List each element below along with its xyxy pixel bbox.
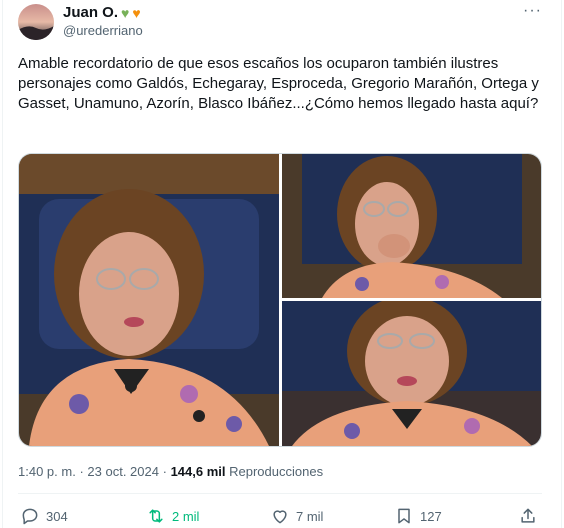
share-button[interactable] (518, 506, 538, 526)
view-label: Reproducciones (229, 464, 324, 479)
reply-icon (22, 508, 38, 525)
share-icon (521, 508, 535, 523)
heart-icon (273, 510, 287, 524)
reply-button[interactable]: 304 (20, 506, 68, 526)
like-count: 7 mil (296, 508, 324, 524)
tweet-date[interactable]: 23 oct. 2024 (87, 464, 159, 479)
orange-heart-icon: ♥ (132, 4, 141, 21)
tweet-photo-2[interactable] (282, 154, 541, 298)
author-name-row[interactable]: Juan O. ♥ ♥ (63, 4, 141, 21)
repost-icon (149, 509, 163, 523)
divider (18, 493, 542, 494)
repost-button[interactable]: 2 mil (146, 506, 199, 526)
tweet-meta: 1:40 p. m. · 23 oct. 2024 · 144,6 mil Re… (18, 464, 323, 479)
like-button[interactable]: 7 mil (270, 506, 323, 526)
author-name[interactable]: Juan O. (63, 4, 118, 21)
tweet-photo-3[interactable] (282, 301, 541, 446)
tweet-text: Amable recordatorio de que esos escaños … (18, 55, 539, 112)
view-count: 144,6 mil (170, 464, 226, 479)
tweet-photo-1[interactable] (19, 154, 279, 446)
repost-count: 2 mil (172, 508, 200, 524)
reply-count: 304 (46, 508, 68, 524)
meta-separator: · (79, 464, 84, 479)
author-handle[interactable]: @urederriano (63, 23, 143, 38)
bookmark-icon (398, 508, 410, 524)
meta-separator-2: · (162, 464, 167, 479)
more-options-icon[interactable]: ··· (523, 2, 542, 20)
media-grid (18, 153, 542, 447)
green-heart-icon: ♥ (121, 4, 130, 21)
avatar[interactable] (18, 4, 54, 40)
bookmark-button[interactable]: 127 (394, 506, 442, 526)
bookmark-count: 127 (420, 508, 442, 524)
action-bar: 304 2 mil 7 mil 127 (18, 506, 542, 528)
tweet-time[interactable]: 1:40 p. m. (18, 464, 76, 479)
